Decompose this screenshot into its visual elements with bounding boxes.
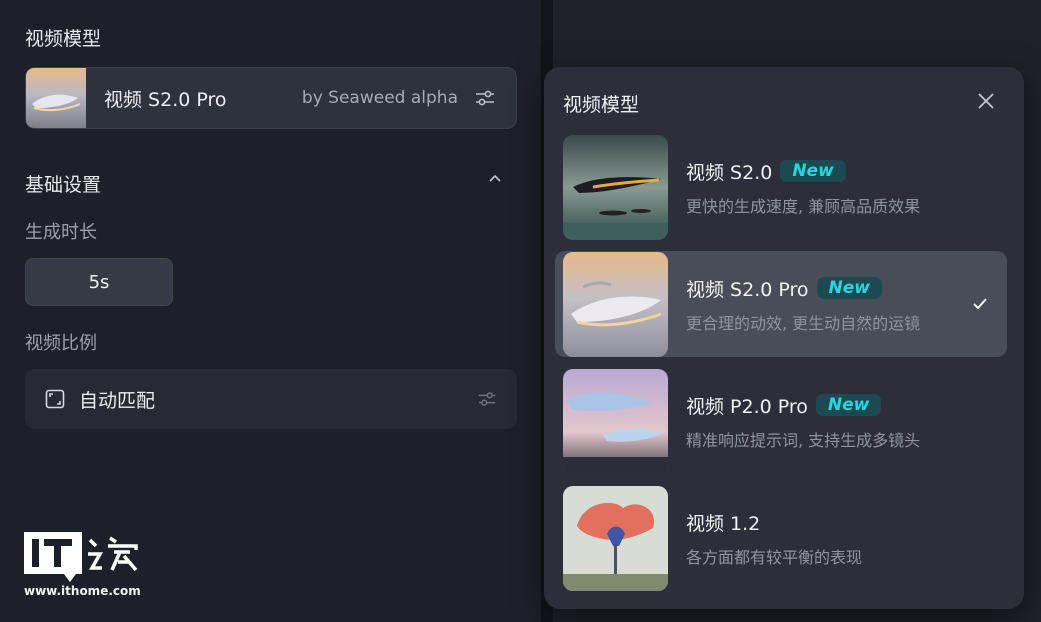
ratio-value: 自动匹配 [79,389,156,412]
model-thumbnail [563,368,668,474]
new-badge: New [815,394,882,416]
model-description: 各方面都有较平衡的表现 [686,547,863,567]
ratio-selector[interactable]: 自动匹配 [25,369,517,429]
ratio-label: 视频比例 [25,333,97,354]
model-name: 视频 S2.0 [686,161,773,184]
ithome-url: www.ithome.com [24,584,141,598]
popup-title: 视频模型 [563,94,640,116]
model-thumbnail [563,134,668,240]
model-thumbnail [563,251,668,357]
model-name: 视频 1.2 [686,512,761,535]
model-description: 精准响应提示词, 支持生成多镜头 [686,430,921,450]
model-selector-button[interactable]: 视频 S2.0 Pro by Seaweed alpha [25,67,517,129]
model-option-1-2[interactable]: 视频 1.2 各方面都有较平衡的表现 [555,485,1007,591]
model-description: 更合理的动效, 更生动自然的运镜 [686,313,921,333]
model-thumbnail [26,68,86,128]
model-option-s2[interactable]: 视频 S2.0 New 更快的生成速度, 兼顾高品质效果 [555,134,1007,240]
model-option-p2-pro[interactable]: 视频 P2.0 Pro New 精准响应提示词, 支持生成多镜头 [555,368,1007,474]
duration-option-5s[interactable]: 5s [25,258,173,306]
aspect-ratio-icon [45,389,65,409]
close-icon[interactable] [976,91,996,111]
selected-model-name: 视频 S2.0 Pro [104,88,227,111]
model-section-title: 视频模型 [25,28,102,50]
model-thumbnail [563,485,668,591]
selected-model-provider: by Seaweed alpha [301,88,458,108]
model-option-s2-pro[interactable]: 视频 S2.0 Pro New 更合理的动效, 更生动自然的运镜 [555,251,1007,357]
new-badge: New [780,160,846,182]
check-icon [971,295,989,313]
model-name: 视频 S2.0 Pro [686,278,809,301]
sliders-icon[interactable] [477,389,497,409]
new-badge: New [816,277,882,299]
model-name: 视频 P2.0 Pro [686,395,808,418]
duration-label: 生成时长 [25,222,97,243]
sliders-icon[interactable] [474,87,496,109]
model-picker-popup: 视频模型 视频 S2.0 New 更快的生成速度, 兼顾高品质效果 视频 S2.… [544,67,1024,609]
model-description: 更快的生成速度, 兼顾高品质效果 [686,196,921,216]
chevron-up-icon[interactable] [486,170,504,188]
basic-settings-title: 基础设置 [25,174,102,196]
